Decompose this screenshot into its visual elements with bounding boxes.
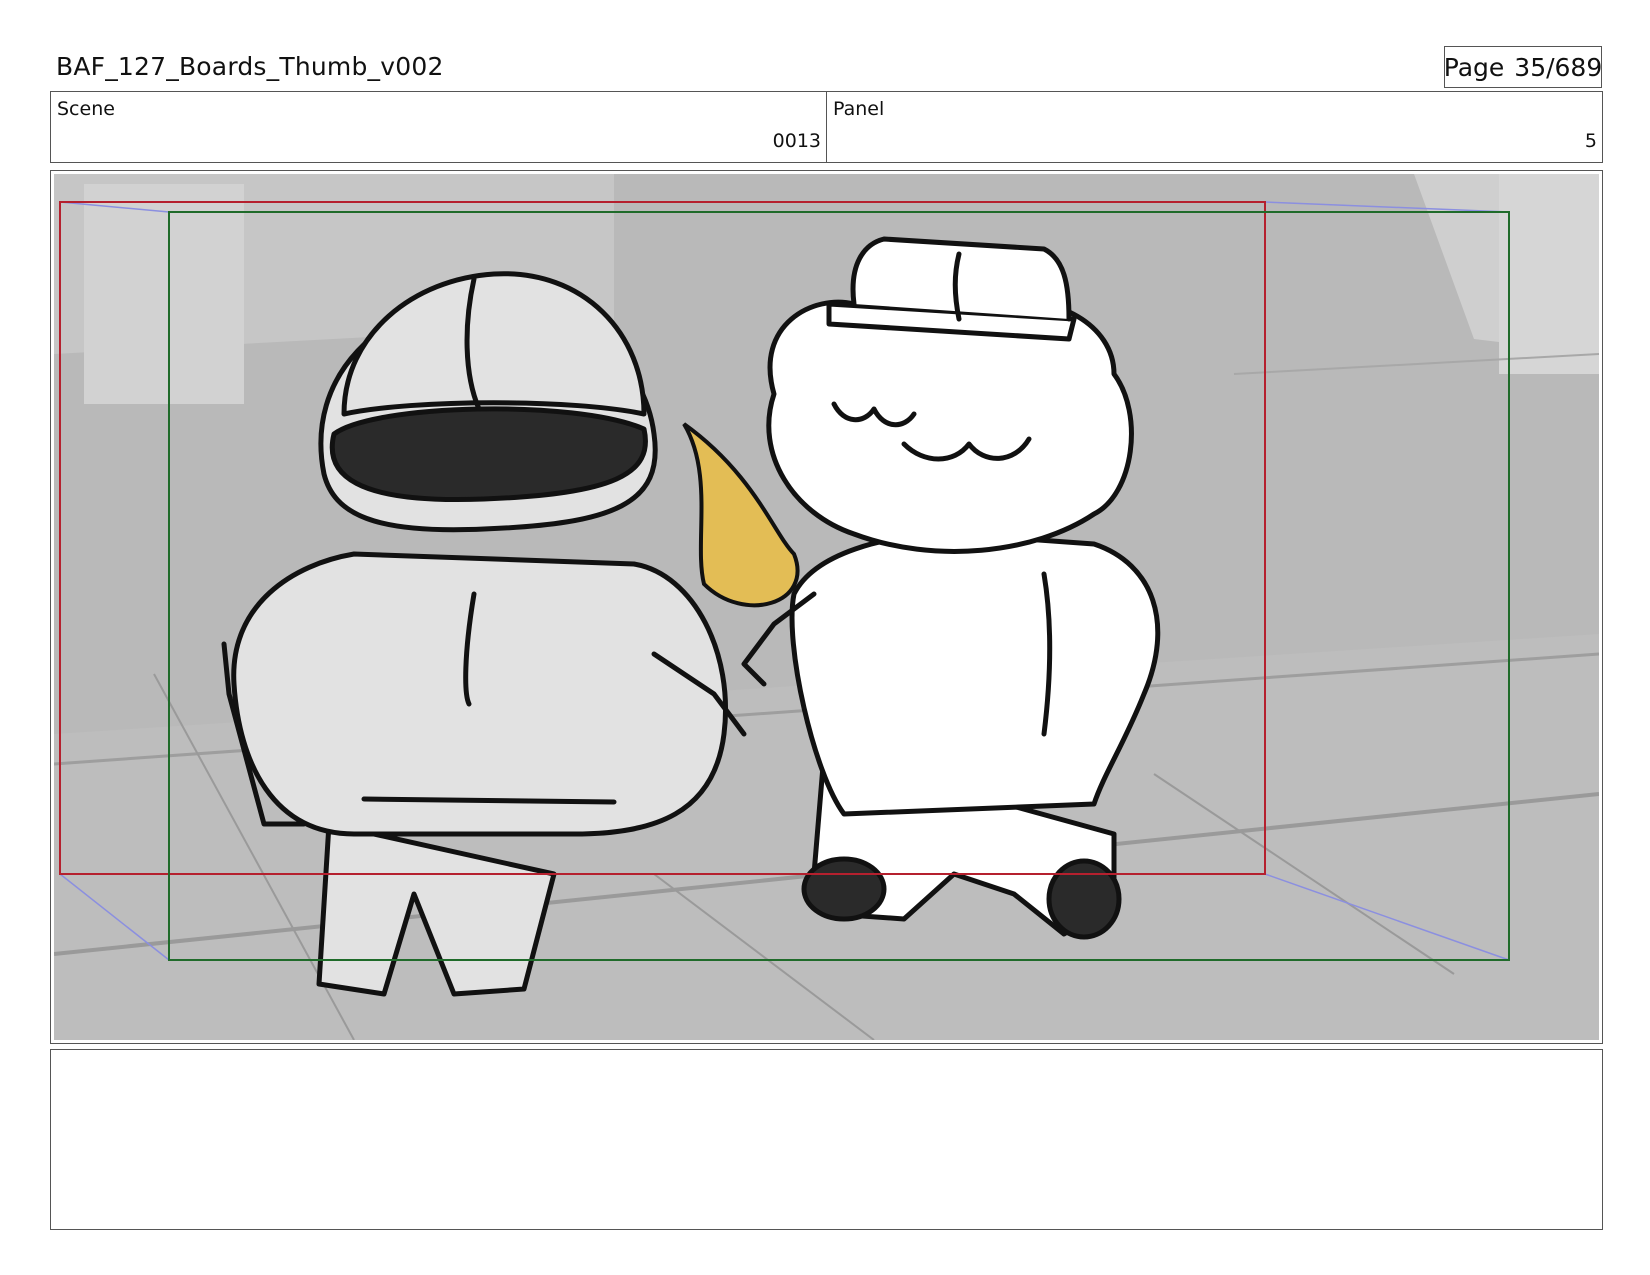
panel-number: 5 bbox=[1584, 130, 1597, 152]
page-number: 35/689 bbox=[1514, 52, 1603, 82]
character-left-belt bbox=[361, 796, 617, 805]
character-right-shoe-left bbox=[801, 856, 887, 922]
page-label: Page bbox=[1443, 52, 1505, 82]
scene-label: Scene bbox=[57, 98, 115, 120]
scene-panel-table: Scene 0013 Panel 5 bbox=[50, 91, 1603, 163]
scene-cell: Scene 0013 bbox=[51, 92, 826, 162]
character-left-body bbox=[231, 551, 728, 837]
notes-box bbox=[50, 1049, 1603, 1230]
page-indicator: Page 35/689 bbox=[1444, 46, 1602, 88]
scene-number: 0013 bbox=[772, 130, 821, 152]
panel-cell: Panel 5 bbox=[826, 92, 1602, 162]
background-pillar-right bbox=[1499, 174, 1599, 374]
storyboard-drawing bbox=[54, 174, 1599, 1040]
storyboard-frame bbox=[50, 170, 1603, 1044]
document-title: BAF_127_Boards_Thumb_v002 bbox=[56, 52, 444, 81]
character-right-body bbox=[789, 531, 1161, 817]
panel-label: Panel bbox=[833, 98, 885, 120]
character-right-shoe-right bbox=[1046, 858, 1122, 940]
background-pillar-left bbox=[84, 184, 244, 404]
character-left-cap-brim bbox=[329, 406, 648, 503]
